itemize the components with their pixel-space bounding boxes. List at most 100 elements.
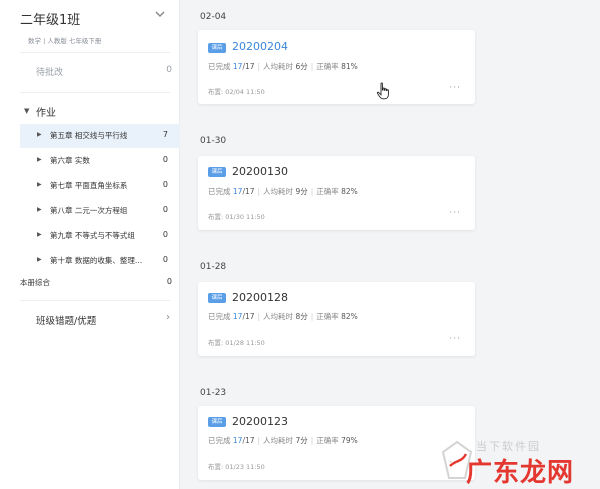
- done-value: 17: [232, 312, 243, 321]
- hand-cursor-icon: [376, 82, 389, 100]
- accuracy-value: 79%: [341, 436, 358, 445]
- homework-stats: 已完成 17/17 | 人均耗时 6分 | 正确率 81%: [208, 61, 358, 72]
- accuracy-value: 82%: [341, 312, 358, 321]
- time-value: 7分: [295, 436, 308, 445]
- chapter-label: 第八章 二元一次方程组: [50, 206, 128, 215]
- chapter-count: 0: [162, 155, 168, 164]
- sidebar-item-chapter-9[interactable]: ▶ 第九章 不等式与不等式组 0: [20, 224, 180, 248]
- sidebar: 二年级1班 数学 | 人教版 七年级下册 待批改 0 ▼ 作业 ▶ 第五章 相交…: [0, 0, 180, 489]
- divider: [20, 300, 170, 301]
- time-value: 8分: [295, 312, 308, 321]
- date-header: 01-30: [200, 136, 227, 146]
- published-time: 布置: 02/04 11:50: [208, 88, 265, 96]
- time-label: 人均耗时: [263, 312, 294, 321]
- done-value: 17: [232, 187, 243, 196]
- caret-right-icon: ▶: [37, 231, 42, 238]
- divider: [20, 52, 170, 53]
- homework-section-label: 作业: [36, 108, 56, 119]
- homework-stats: 已完成 17/17 | 人均耗时 9分 | 正确率 82%: [208, 186, 358, 197]
- time-label: 人均耗时: [263, 436, 294, 445]
- more-options-icon[interactable]: ···: [449, 334, 461, 344]
- watermark-main-text: 广东龙网: [466, 458, 575, 488]
- pending-review-item[interactable]: 待批改 0: [20, 64, 172, 80]
- chapter-label: 第七章 平面直角坐标系: [50, 181, 128, 190]
- done-label: 已完成: [208, 312, 231, 321]
- accuracy-label: 正确率: [316, 62, 339, 71]
- chapter-count: 7: [162, 130, 168, 139]
- separator: |: [310, 62, 314, 71]
- accuracy-label: 正确率: [316, 312, 339, 321]
- caret-right-icon: ▶: [37, 181, 42, 188]
- separator: |: [257, 312, 261, 321]
- accuracy-value: 81%: [341, 62, 358, 71]
- separator: |: [257, 62, 261, 71]
- homework-title[interactable]: 20200128: [232, 291, 288, 304]
- caret-down-icon: ▼: [24, 107, 30, 115]
- date-header: 01-28: [200, 262, 227, 272]
- sidebar-item-chapter-6[interactable]: ▶ 第六章 实数 0: [20, 149, 180, 173]
- time-value: 9分: [295, 187, 308, 196]
- separator: |: [257, 436, 261, 445]
- accuracy-value: 82%: [341, 187, 358, 196]
- pending-review-count: 0: [166, 65, 172, 75]
- homework-card[interactable]: 课后 20200204 已完成 17/17 | 人均耗时 6分 | 正确率 81% 布置…: [198, 30, 475, 104]
- sidebar-item-book-synthesis[interactable]: 本册综合 0: [20, 276, 172, 292]
- done-total: /17: [242, 312, 255, 321]
- time-label: 人均耗时: [263, 62, 294, 71]
- chevron-right-icon: ›: [166, 312, 170, 323]
- caret-right-icon: ▶: [37, 156, 42, 163]
- chapter-count: 0: [162, 230, 168, 239]
- homework-card[interactable]: 课后 20200123 已完成 17/17 | 人均耗时 7分 | 正确率 79% 布置…: [198, 406, 475, 480]
- time-label: 人均耗时: [263, 187, 294, 196]
- sidebar-item-chapter-10[interactable]: ▶ 第十章 数据的收集、整理… 0: [20, 249, 180, 273]
- class-title: 二年级1班: [20, 13, 81, 28]
- chevron-down-icon[interactable]: [154, 8, 166, 20]
- homework-title[interactable]: 20200130: [232, 165, 288, 178]
- homework-type-badge: 课后: [208, 167, 226, 177]
- published-time: 布置: 01/30 11:50: [208, 213, 265, 221]
- done-label: 已完成: [208, 62, 231, 71]
- more-options-icon[interactable]: ···: [449, 208, 461, 218]
- caret-right-icon: ▶: [37, 206, 42, 213]
- sidebar-item-chapter-5[interactable]: ▶ 第五章 相交线与平行线 7: [20, 124, 180, 148]
- chapter-count: 0: [162, 180, 168, 189]
- wrong-questions-label: 班级错题/优题: [36, 316, 97, 327]
- pending-review-label: 待批改: [36, 68, 64, 78]
- homework-type-badge: 课后: [208, 43, 226, 53]
- separator: |: [310, 436, 314, 445]
- homework-stats: 已完成 17/17 | 人均耗时 8分 | 正确率 82%: [208, 311, 358, 322]
- done-total: /17: [242, 436, 255, 445]
- homework-title[interactable]: 20200123: [232, 415, 288, 428]
- time-value: 6分: [295, 62, 308, 71]
- class-selector[interactable]: 二年级1班 数学 | 人教版 七年级下册: [0, 0, 180, 52]
- accuracy-label: 正确率: [316, 187, 339, 196]
- separator: |: [310, 187, 314, 196]
- separator: |: [257, 187, 261, 196]
- book-synthesis-count: 0: [166, 277, 172, 286]
- caret-right-icon: ▶: [37, 131, 42, 138]
- done-total: /17: [242, 187, 255, 196]
- sidebar-item-chapter-8[interactable]: ▶ 第八章 二元一次方程组 0: [20, 199, 180, 223]
- homework-stats: 已完成 17/17 | 人均耗时 7分 | 正确率 79%: [208, 435, 358, 446]
- done-label: 已完成: [208, 187, 231, 196]
- separator: |: [310, 312, 314, 321]
- published-time: 布置: 01/23 11:50: [208, 463, 265, 471]
- homework-card[interactable]: 课后 20200130 已完成 17/17 | 人均耗时 9分 | 正确率 82% 布置…: [198, 156, 475, 230]
- chapter-label: 第九章 不等式与不等式组: [50, 231, 135, 240]
- homework-type-badge: 课后: [208, 417, 226, 427]
- date-header: 01-23: [200, 388, 227, 398]
- class-subtitle: 数学 | 人教版 七年级下册: [28, 37, 102, 45]
- homework-list: 02-04 课后 20200204 已完成 17/17 | 人均耗时 6分 | 正确率 …: [180, 0, 600, 489]
- watermark: 当下软件园 广东龙网: [440, 432, 600, 489]
- chapter-count: 0: [162, 255, 168, 264]
- homework-type-badge: 课后: [208, 293, 226, 303]
- divider: [20, 92, 170, 93]
- more-options-icon[interactable]: ···: [449, 83, 461, 93]
- homework-section-toggle[interactable]: ▼ 作业: [20, 102, 172, 120]
- book-synthesis-label: 本册综合: [20, 278, 50, 287]
- homework-title[interactable]: 20200204: [232, 40, 288, 53]
- sidebar-item-chapter-7[interactable]: ▶ 第七章 平面直角坐标系 0: [20, 174, 180, 198]
- sidebar-item-wrong-questions[interactable]: 班级错题/优题 ›: [20, 311, 172, 329]
- homework-card[interactable]: 课后 20200128 已完成 17/17 | 人均耗时 8分 | 正确率 82% 布置…: [198, 282, 475, 356]
- chapter-label: 第十章 数据的收集、整理…: [50, 256, 143, 265]
